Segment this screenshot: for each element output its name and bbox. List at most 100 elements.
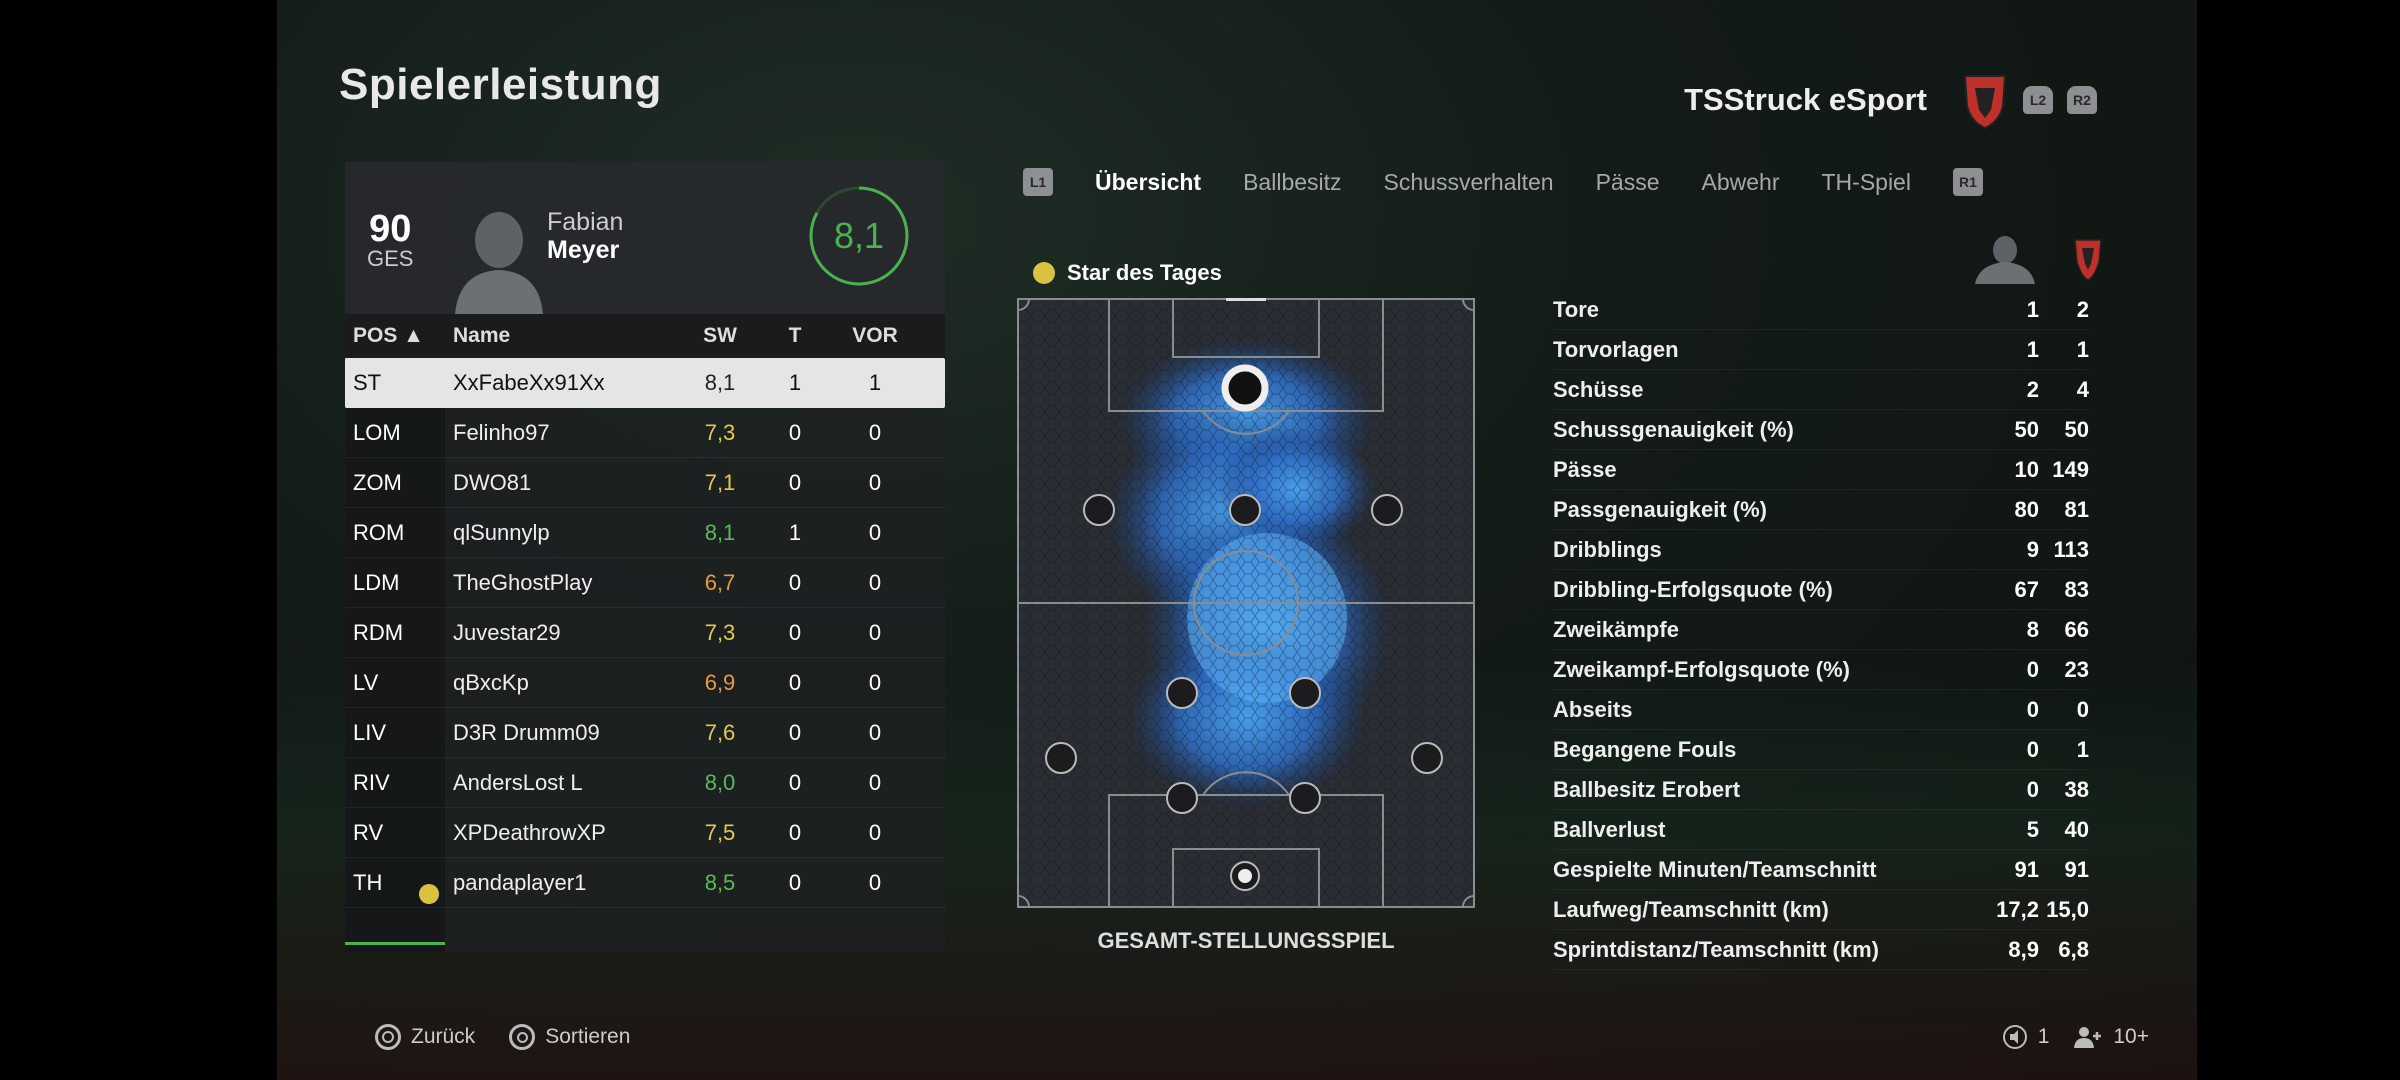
l2-button[interactable]: L2 [2023,86,2053,114]
player-avatar-icon [455,212,543,314]
positioning-heatmap [1017,298,1475,908]
row-pos: ZOM [353,469,402,495]
stat-player-value: 80 [2014,496,2039,522]
stat-name: Tore [1553,296,1600,322]
column-t[interactable]: T [755,324,835,348]
player-row[interactable]: ROM qlSunnylp 8,1 1 0 [345,508,945,558]
row-sw: 6,7 [704,569,736,595]
stat-name: Gespielte Minuten/Teamschnitt [1553,856,1877,882]
stat-player-value: 1 [2026,296,2039,322]
row-pos: TH [345,870,445,904]
tab-schussverhalten[interactable]: Schussverhalten [1384,169,1554,196]
player-marker [1045,742,1077,774]
player-row[interactable]: ST XxFabeXx91Xx 8,1 1 1 [345,358,945,408]
stat-name: Pässe [1553,456,1617,482]
r1-button[interactable]: R1 [1952,168,1983,196]
row-sw: 8,1 [704,519,736,545]
stat-player-value: 8 [2026,616,2039,642]
row-t: 0 [788,569,802,595]
stat-player-value: 5 [2026,816,2039,842]
row-pos: RIV [353,769,390,795]
stat-row: Dribbling-Erfolgsquote (%) 67 83 [1553,570,2089,610]
stat-row: Ballbesitz Erobert 0 38 [1553,770,2089,810]
stat-team-value: 38 [2064,776,2089,802]
row-t: 0 [788,869,802,895]
stat-team-value: 113 [2053,536,2090,562]
stats-column-icons [1975,236,2102,284]
tab-uebersicht[interactable]: Übersicht [1095,169,1201,196]
player-row[interactable]: RV XPDeathrowXP 7,5 0 0 [345,808,945,858]
stats-tabs: L1 Übersicht Ballbesitz Schussverhalten … [1023,168,1983,196]
stat-name: Zweikämpfe [1553,616,1679,642]
team-name: TSStruck eSport [1684,82,1927,117]
player-row[interactable]: TH pandaplayer1 8,5 0 0 [345,858,945,908]
back-label: Zurück [411,1025,476,1048]
stat-player-value: 9 [2026,536,2039,562]
row-name: AndersLost L [453,769,583,795]
stat-name: Laufweg/Teamschnitt (km) [1553,896,1829,922]
row-t: 0 [788,769,802,795]
row-vor: 0 [868,719,882,745]
column-pos[interactable]: POS ▲ [345,324,445,348]
row-vor: 0 [868,419,882,445]
row-t: 1 [788,519,802,545]
back-control[interactable]: Zurück [375,1024,475,1050]
player-marker [1289,782,1321,814]
column-vor[interactable]: VOR [835,324,915,348]
row-name: D3R Drumm09 [453,719,600,745]
stat-name: Schussgenauigkeit (%) [1553,416,1794,442]
row-name: Juvestar29 [453,619,561,645]
sort-control[interactable]: Sortieren [509,1024,630,1050]
star-icon [419,883,439,904]
star-icon [1033,262,1055,284]
stat-player-value: 0 [2026,656,2039,682]
player-row[interactable]: LDM TheGhostPlay 6,7 0 0 [345,558,945,608]
row-pos: LDM [353,569,400,595]
tab-abwehr[interactable]: Abwehr [1702,169,1780,196]
match-rating-value: 8,1 [833,215,885,256]
row-sw: 8,1 [704,369,736,395]
player-marker [1289,677,1321,709]
row-t: 0 [788,819,802,845]
player-row[interactable]: RDM Juvestar29 7,3 0 0 [345,608,945,658]
team-header: TSStruck eSport L2 R2 [1684,70,2097,130]
row-name: qBxcKp [453,669,529,695]
row-name: DWO81 [453,469,532,495]
player-row[interactable]: RIV AndersLost L 8,0 0 0 [345,758,945,808]
square-button-icon [509,1024,536,1050]
stat-player-value: 0 [2026,776,2039,802]
player-row[interactable]: LOM Felinho97 7,3 0 0 [345,408,945,458]
tab-paesse[interactable]: Pässe [1596,169,1660,196]
footer-controls: Zurück Sortieren [375,1024,644,1050]
column-sw[interactable]: SW [685,324,755,348]
row-sw: 7,3 [704,619,736,645]
stat-name: Dribbling-Erfolgsquote (%) [1553,576,1833,602]
row-pos: RDM [353,619,404,645]
stat-team-value: 0 [2076,696,2089,722]
stats-list: Tore 1 2 Torvorlagen 1 1 Schüsse 2 4 Schussgenaui… [1553,290,2089,970]
tab-ballbesitz[interactable]: Ballbesitz [1243,169,1341,196]
stat-team-value: 6,8 [2058,936,2089,962]
footer-status: 1 10+ [2002,1024,2149,1050]
row-pos: ROM [353,519,405,545]
row-sw: 8,5 [704,869,736,895]
stat-player-value: 67 [2014,576,2039,602]
player-marker [1166,677,1198,709]
circle-button-icon [375,1024,401,1050]
tab-th-spiel[interactable]: TH-Spiel [1822,169,1911,196]
stat-team-value: 4 [2076,376,2089,402]
player-row[interactable]: ZOM DWO81 7,1 0 0 [345,458,945,508]
row-pos: RV [353,819,384,845]
row-name: Felinho97 [453,419,550,445]
player-row[interactable]: LV qBxcKp 6,9 0 0 [345,658,945,708]
player-marker [1371,494,1403,526]
list-footer-line [345,942,445,945]
row-sw: 7,5 [704,819,736,845]
column-name[interactable]: Name [445,324,685,348]
stat-name: Ballverlust [1553,816,1666,842]
player-row[interactable]: LIV D3R Drumm09 7,6 0 0 [345,708,945,758]
stat-team-value: 81 [2064,496,2089,522]
l1-button[interactable]: L1 [1023,168,1053,196]
row-sw: 8,0 [704,769,736,795]
r2-button[interactable]: R2 [2067,86,2097,114]
